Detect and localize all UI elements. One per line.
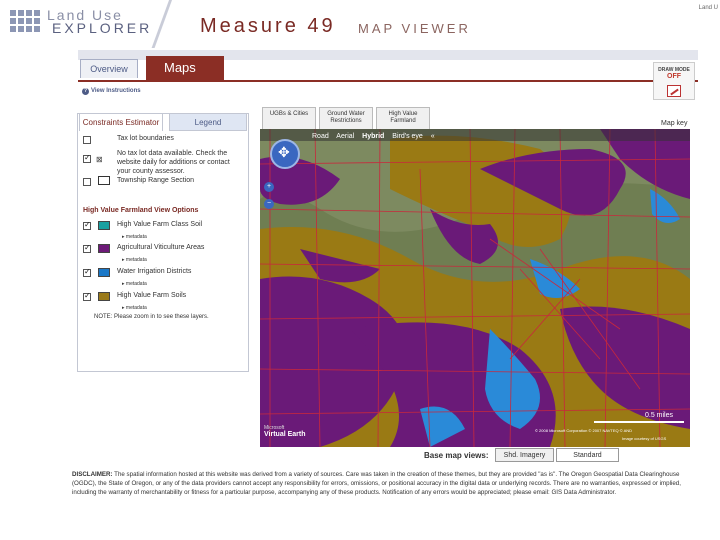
metadata-link-3[interactable]: metadata: [122, 281, 147, 287]
map-canvas[interactable]: [260, 129, 690, 447]
map-image-credit: Image courtesy of USGS: [622, 436, 667, 441]
map-type-birds-eye[interactable]: Bird's eye: [392, 133, 423, 140]
notaxlot-label: No tax lot data available. Check the web…: [117, 150, 230, 175]
basemap-imagery-button[interactable]: Shd. Imagery: [495, 448, 554, 462]
corner-link[interactable]: Land U: [699, 5, 718, 11]
pencil-icon: [667, 85, 681, 97]
page-title: Measure 49: [200, 15, 336, 37]
help-icon: ?: [82, 88, 89, 95]
map-type-hybrid[interactable]: Hybrid: [362, 133, 384, 140]
disclaimer-text: The spatial information hosted at this w…: [72, 471, 681, 496]
trs-checkbox[interactable]: [83, 178, 91, 186]
farmland-checkbox-2[interactable]: [83, 243, 91, 253]
basemap-standard-button[interactable]: Standard: [556, 448, 619, 462]
tab-constraints-estimator[interactable]: Constraints Estimator: [79, 113, 163, 131]
trs-swatch: [98, 176, 110, 185]
farmland-swatch-3: [98, 268, 110, 277]
view-instructions-label: View Instructions: [91, 88, 141, 94]
view-instructions-link[interactable]: ? View Instructions: [82, 88, 141, 95]
left-panel: Constraints Estimator Legend Tax lot bou…: [77, 113, 249, 372]
basemap-label: Base map views:: [424, 451, 489, 460]
disclaimer-lead: DISCLAIMER:: [72, 471, 113, 478]
trs-label: Township Range Section: [117, 177, 195, 184]
header-divider: [142, 0, 184, 48]
pan-control-icon[interactable]: [270, 139, 300, 169]
tab-underline: [78, 80, 698, 82]
metadata-link-2[interactable]: metadata: [122, 257, 147, 263]
taxlot-label: Tax lot boundaries: [117, 135, 174, 142]
farmland-label-4: High Value Farm Soils: [117, 292, 187, 299]
page-subtitle: MAP VIEWER: [358, 21, 471, 36]
notaxlot-checkbox[interactable]: [83, 153, 91, 163]
disclaimer: DISCLAIMER: The spatial information host…: [72, 470, 692, 497]
tab-overview[interactable]: Overview: [80, 59, 138, 78]
taxlot-checkbox[interactable]: [83, 136, 91, 144]
map-type-road[interactable]: Road: [312, 133, 329, 140]
tab-ground-water[interactable]: Ground Water Restrictions: [319, 107, 373, 129]
metadata-link-4[interactable]: metadata: [122, 305, 147, 311]
tab-legend[interactable]: Legend: [169, 113, 247, 131]
map-copyright: © 2008 Microsoft Corporation © 2007 NAVT…: [535, 428, 633, 433]
map-key-link[interactable]: Map key: [661, 120, 687, 127]
draw-mode-button[interactable]: DRAW MODE OFF: [653, 62, 695, 100]
farmland-checkbox-4[interactable]: [83, 291, 91, 301]
scale-label: 0.5 miles: [645, 412, 674, 419]
tab-high-value-farmland[interactable]: High Value Farmland: [376, 107, 430, 129]
map-type-switcher: Road Aerial Hybrid Bird's eye «: [312, 133, 441, 140]
zoom-out-icon[interactable]: −: [264, 199, 274, 209]
farmland-swatch-1: [98, 221, 110, 230]
map-layers: [260, 129, 690, 447]
farmland-label-3: Water Irrigation Districts: [117, 268, 192, 275]
tab-maps[interactable]: Maps: [146, 56, 224, 80]
no-data-icon: ⊠: [96, 155, 103, 164]
map-type-aerial[interactable]: Aerial: [336, 133, 354, 140]
scale-bar: [594, 421, 684, 423]
close-icon[interactable]: «: [431, 133, 435, 140]
virtual-earth-logo: Microsoft Virtual Earth: [264, 425, 306, 438]
farmland-label-2: Agricultural Viticulture Areas: [117, 244, 205, 251]
ve-logo-bottom: Virtual Earth: [264, 431, 306, 438]
logo-text-bottom: EXPLORER: [52, 20, 153, 36]
draw-mode-state: OFF: [667, 73, 681, 80]
farmland-checkbox-1[interactable]: [83, 220, 91, 230]
tab-ugbs-cities[interactable]: UGBs & Cities: [262, 107, 316, 129]
zoom-in-icon[interactable]: +: [264, 182, 274, 192]
zoom-note: NOTE: Please zoom in to see these layers…: [94, 314, 209, 320]
logo-icon: [10, 10, 40, 36]
farmland-swatch-4: [98, 292, 110, 301]
farmland-label-1: High Value Farm Class Soil: [117, 221, 203, 228]
farmland-checkbox-3[interactable]: [83, 267, 91, 277]
farmland-section-title: High Value Farmland View Options: [83, 207, 199, 214]
farmland-swatch-2: [98, 244, 110, 253]
metadata-link-1[interactable]: metadata: [122, 234, 147, 240]
